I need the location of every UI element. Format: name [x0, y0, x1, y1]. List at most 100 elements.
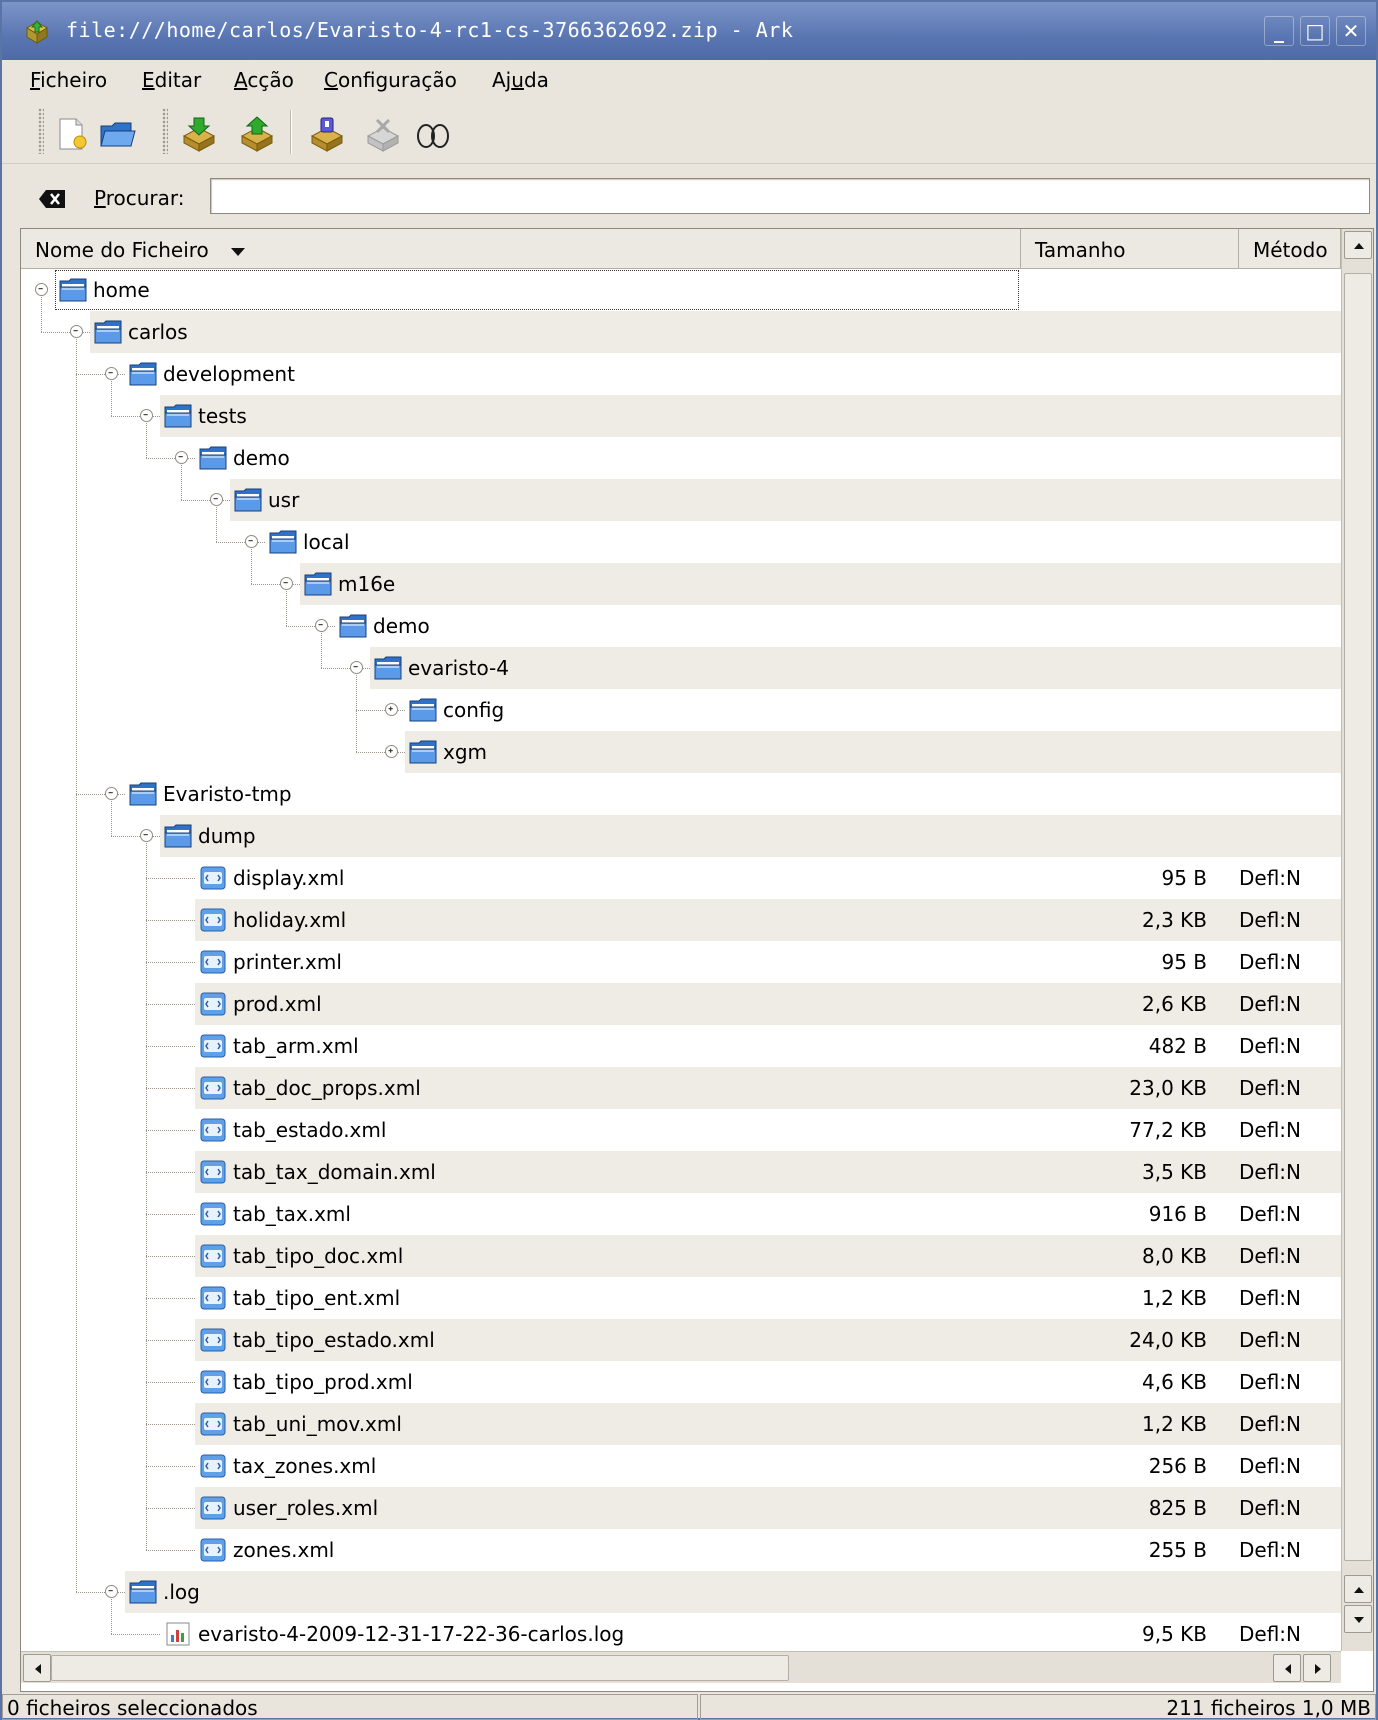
toolbar-grip-2[interactable]: [162, 108, 168, 154]
file-row[interactable]: user_roles.xml 825 B Defl:N: [21, 1487, 1341, 1529]
file-row[interactable]: tab_tipo_ent.xml 1,2 KB Defl:N: [21, 1277, 1341, 1319]
folder-row[interactable]: evaristo-4: [21, 647, 1341, 689]
expand-icon[interactable]: [385, 745, 398, 758]
folder-icon: [129, 1579, 157, 1605]
scroll-up-button[interactable]: [1344, 231, 1372, 259]
collapse-icon[interactable]: [105, 787, 118, 800]
folder-row[interactable]: local: [21, 521, 1341, 563]
collapse-icon[interactable]: [210, 493, 223, 506]
file-name: Evaristo-tmp: [163, 782, 292, 806]
folder-row[interactable]: dump: [21, 815, 1341, 857]
scroll-left-button-2[interactable]: [1273, 1654, 1301, 1682]
row-background: [90, 311, 1341, 353]
file-row[interactable]: printer.xml 95 B Defl:N: [21, 941, 1341, 983]
folder-row[interactable]: home: [21, 269, 1341, 311]
menu-ficheiro[interactable]: Ficheiro: [30, 68, 107, 92]
folder-row[interactable]: xgm: [21, 731, 1341, 773]
clear-search-icon[interactable]: [38, 189, 66, 209]
file-row[interactable]: tab_estado.xml 77,2 KB Defl:N: [21, 1109, 1341, 1151]
file-row[interactable]: evaristo-4-2009-12-31-17-22-36-carlos.lo…: [21, 1613, 1341, 1651]
file-row[interactable]: tab_tax.xml 916 B Defl:N: [21, 1193, 1341, 1235]
folder-row[interactable]: carlos: [21, 311, 1341, 353]
title-bar[interactable]: file:///home/carlos/Evaristo-4-rc1-cs-37…: [2, 2, 1376, 60]
toolbar-grip[interactable]: [38, 108, 44, 154]
file-row[interactable]: zones.xml 255 B Defl:N: [21, 1529, 1341, 1571]
file-row[interactable]: tab_doc_props.xml 23,0 KB Defl:N: [21, 1067, 1341, 1109]
new-archive-icon[interactable]: [52, 116, 90, 152]
file-row[interactable]: prod.xml 2,6 KB Defl:N: [21, 983, 1341, 1025]
file-row[interactable]: holiday.xml 2,3 KB Defl:N: [21, 899, 1341, 941]
collapse-icon[interactable]: [245, 535, 258, 548]
compression-method: Defl:N: [1239, 950, 1302, 974]
log-file-icon: [164, 1621, 192, 1647]
extract-icon[interactable]: [180, 116, 218, 152]
vertical-scroll-thumb[interactable]: [1344, 273, 1372, 1561]
menu-editar[interactable]: Editar: [142, 68, 201, 92]
menu-accao[interactable]: Acção: [234, 68, 294, 92]
file-row[interactable]: tab_arm.xml 482 B Defl:N: [21, 1025, 1341, 1067]
search-input[interactable]: [210, 178, 1370, 214]
open-archive-icon[interactable]: [98, 116, 136, 152]
folder-row[interactable]: demo: [21, 605, 1341, 647]
collapse-icon[interactable]: [280, 577, 293, 590]
file-row[interactable]: tab_tipo_doc.xml 8,0 KB Defl:N: [21, 1235, 1341, 1277]
status-bar: 0 ficheiros seleccionados 211 ficheiros …: [2, 1694, 1376, 1720]
row-background: [125, 1571, 1341, 1613]
horizontal-scrollbar[interactable]: [21, 1651, 1341, 1683]
add-folder-icon[interactable]: [308, 116, 346, 152]
collapse-icon[interactable]: [70, 325, 83, 338]
file-row[interactable]: tab_uni_mov.xml 1,2 KB Defl:N: [21, 1403, 1341, 1445]
collapse-icon[interactable]: [105, 1585, 118, 1598]
collapse-icon[interactable]: [140, 409, 153, 422]
file-row[interactable]: tax_zones.xml 256 B Defl:N: [21, 1445, 1341, 1487]
ark-app-icon[interactable]: [24, 19, 50, 45]
close-button[interactable]: ✕: [1336, 16, 1366, 46]
folder-icon: [409, 697, 437, 723]
file-row[interactable]: display.xml 95 B Defl:N: [21, 857, 1341, 899]
horizontal-scroll-thumb[interactable]: [51, 1655, 789, 1681]
scroll-right-button[interactable]: [1303, 1654, 1331, 1682]
column-name[interactable]: Nome do Ficheiro: [21, 229, 1021, 269]
sort-descending-icon: [230, 247, 245, 256]
scroll-down-button[interactable]: [1344, 1605, 1372, 1633]
folder-row[interactable]: development: [21, 353, 1341, 395]
file-size: 482 B: [1148, 1034, 1207, 1058]
collapse-icon[interactable]: [140, 829, 153, 842]
folder-row[interactable]: demo: [21, 437, 1341, 479]
row-background: [405, 731, 1341, 773]
scroll-up-button-2[interactable]: [1344, 1575, 1372, 1603]
folder-row[interactable]: config: [21, 689, 1341, 731]
collapse-icon[interactable]: [350, 661, 363, 674]
folder-icon: [269, 529, 297, 555]
maximize-button[interactable]: □: [1300, 16, 1330, 46]
compression-method: Defl:N: [1239, 1496, 1302, 1520]
file-row[interactable]: tab_tipo_estado.xml 24,0 KB Defl:N: [21, 1319, 1341, 1361]
collapse-icon[interactable]: [105, 367, 118, 380]
menu-ajuda[interactable]: Ajuda: [492, 68, 549, 92]
column-method[interactable]: Método: [1239, 229, 1341, 269]
folder-row[interactable]: Evaristo-tmp: [21, 773, 1341, 815]
xml-file-icon: [199, 1411, 227, 1437]
compression-method: Defl:N: [1239, 1244, 1302, 1268]
column-size[interactable]: Tamanho: [1021, 229, 1239, 269]
scroll-left-button[interactable]: [23, 1654, 51, 1682]
collapse-icon[interactable]: [315, 619, 328, 632]
folder-row[interactable]: tests: [21, 395, 1341, 437]
folder-row[interactable]: m16e: [21, 563, 1341, 605]
minimize-button[interactable]: _: [1264, 16, 1294, 46]
folder-row[interactable]: .log: [21, 1571, 1341, 1613]
expand-icon[interactable]: [385, 703, 398, 716]
file-row[interactable]: tab_tipo_prod.xml 4,6 KB Defl:N: [21, 1361, 1341, 1403]
collapse-icon[interactable]: [175, 451, 188, 464]
tree-connector: [146, 1340, 195, 1341]
folder-row[interactable]: usr: [21, 479, 1341, 521]
menu-configuracao[interactable]: Configuração: [324, 68, 457, 92]
file-row[interactable]: tab_tax_domain.xml 3,5 KB Defl:N: [21, 1151, 1341, 1193]
view-icon[interactable]: [414, 116, 452, 152]
delete-icon[interactable]: [364, 116, 402, 152]
collapse-icon[interactable]: [35, 283, 48, 296]
vertical-scrollbar[interactable]: [1341, 229, 1373, 1651]
tree-connector: [146, 1256, 195, 1257]
archive-tree-view[interactable]: Nome do Ficheiro Tamanho Método home carl…: [20, 228, 1374, 1692]
add-files-icon[interactable]: [238, 116, 276, 152]
